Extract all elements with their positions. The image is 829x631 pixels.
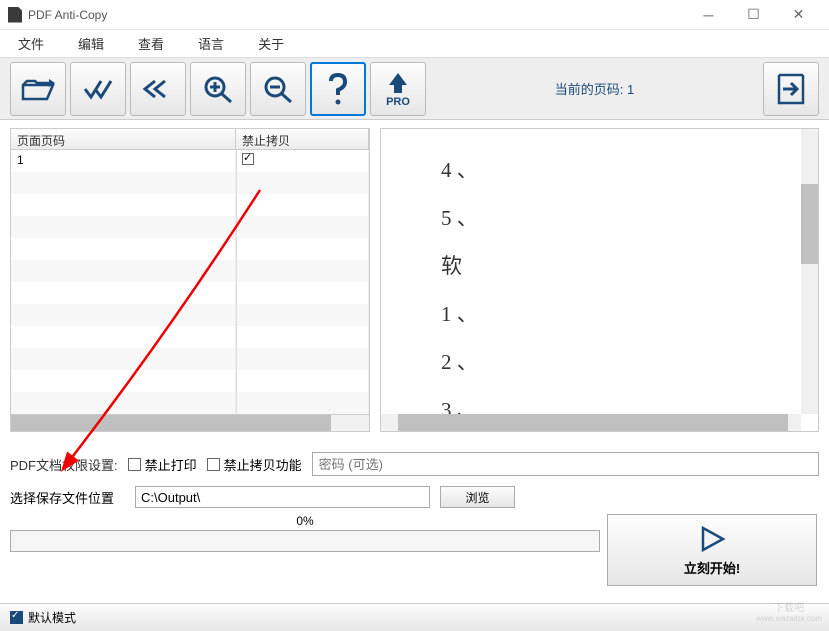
preview-line: 1 、 xyxy=(441,293,758,335)
col-nocopy-header[interactable]: 禁止拷贝 xyxy=(236,129,369,149)
preview-line: 5 、 xyxy=(441,197,758,239)
nocopy-checkbox[interactable] xyxy=(242,153,254,165)
preview-content: 4 、 5 、 软 1 、 2 、 3 、 xyxy=(381,129,818,432)
zoom-in-button[interactable] xyxy=(190,62,246,116)
folder-open-icon xyxy=(21,75,55,103)
start-button[interactable]: 立刻开始! xyxy=(607,514,817,586)
current-page-label: 当前的页码: 1 xyxy=(430,79,759,98)
export-icon xyxy=(773,71,809,107)
close-button[interactable]: ✕ xyxy=(776,1,821,29)
settings-row: PDF文档权限设置: 禁止打印 禁止拷贝功能 xyxy=(0,440,829,482)
menu-edit[interactable]: 编辑 xyxy=(70,30,112,57)
statusbar: 默认模式 xyxy=(0,603,829,631)
double-check-icon xyxy=(81,75,115,103)
progress-bar xyxy=(10,530,600,552)
zoom-out-icon xyxy=(261,74,295,104)
app-title: PDF Anti-Copy xyxy=(28,8,686,22)
page-list-panel: 页面页码 禁止拷贝 1 xyxy=(10,128,370,432)
preview-vscrollbar[interactable] xyxy=(801,129,818,414)
default-mode-checkbox[interactable]: 默认模式 xyxy=(10,609,76,626)
menu-language[interactable]: 语言 xyxy=(190,30,232,57)
output-path-input[interactable] xyxy=(135,486,430,508)
start-label: 立刻开始! xyxy=(684,558,740,577)
upgrade-pro-icon: PRO xyxy=(381,71,415,107)
apply-all-button[interactable] xyxy=(70,62,126,116)
menubar: 文件 编辑 查看 语言 关于 xyxy=(0,30,829,58)
minimize-button[interactable]: ─ xyxy=(686,1,731,29)
table-row[interactable]: 1 xyxy=(11,150,369,172)
play-icon xyxy=(697,524,727,554)
preview-line: 4 、 xyxy=(441,149,758,191)
no-copy-checkbox[interactable]: 禁止拷贝功能 xyxy=(207,455,302,474)
help-button[interactable] xyxy=(310,62,366,116)
menu-file[interactable]: 文件 xyxy=(10,30,52,57)
open-button[interactable] xyxy=(10,62,66,116)
no-print-checkbox[interactable]: 禁止打印 xyxy=(128,455,197,474)
preview-line: 软 xyxy=(441,245,758,287)
left-hscrollbar[interactable] xyxy=(10,415,370,432)
question-icon xyxy=(325,71,351,107)
table-body: 1 xyxy=(10,150,370,415)
checkbox-icon xyxy=(10,611,23,624)
pro-button[interactable]: PRO xyxy=(370,62,426,116)
output-row: 选择保存文件位置 浏览 xyxy=(0,482,829,512)
zoom-in-icon xyxy=(201,74,235,104)
zoom-out-button[interactable] xyxy=(250,62,306,116)
preview-panel: 4 、 5 、 软 1 、 2 、 3 、 xyxy=(380,128,819,432)
menu-view[interactable]: 查看 xyxy=(130,30,172,57)
preview-hscrollbar[interactable] xyxy=(381,414,801,431)
svg-text:PRO: PRO xyxy=(386,96,410,107)
maximize-button[interactable]: ☐ xyxy=(731,1,776,29)
menu-about[interactable]: 关于 xyxy=(250,30,292,57)
progress-label: 0% xyxy=(10,512,600,530)
settings-label: PDF文档权限设置: xyxy=(10,455,118,474)
titlebar: PDF Anti-Copy ─ ☐ ✕ xyxy=(0,0,829,30)
table-header: 页面页码 禁止拷贝 xyxy=(10,128,370,150)
col-page-header[interactable]: 页面页码 xyxy=(11,129,236,149)
toolbar: PRO 当前的页码: 1 xyxy=(0,58,829,120)
undo-icon xyxy=(141,75,175,103)
password-input[interactable] xyxy=(312,452,819,476)
output-label: 选择保存文件位置 xyxy=(10,488,125,507)
undo-button[interactable] xyxy=(130,62,186,116)
nocopy-cell xyxy=(236,150,369,172)
preview-line: 2 、 xyxy=(441,341,758,383)
browse-button[interactable]: 浏览 xyxy=(440,486,515,508)
app-icon xyxy=(8,7,22,23)
page-number-cell: 1 xyxy=(11,150,236,172)
export-button[interactable] xyxy=(763,62,819,116)
